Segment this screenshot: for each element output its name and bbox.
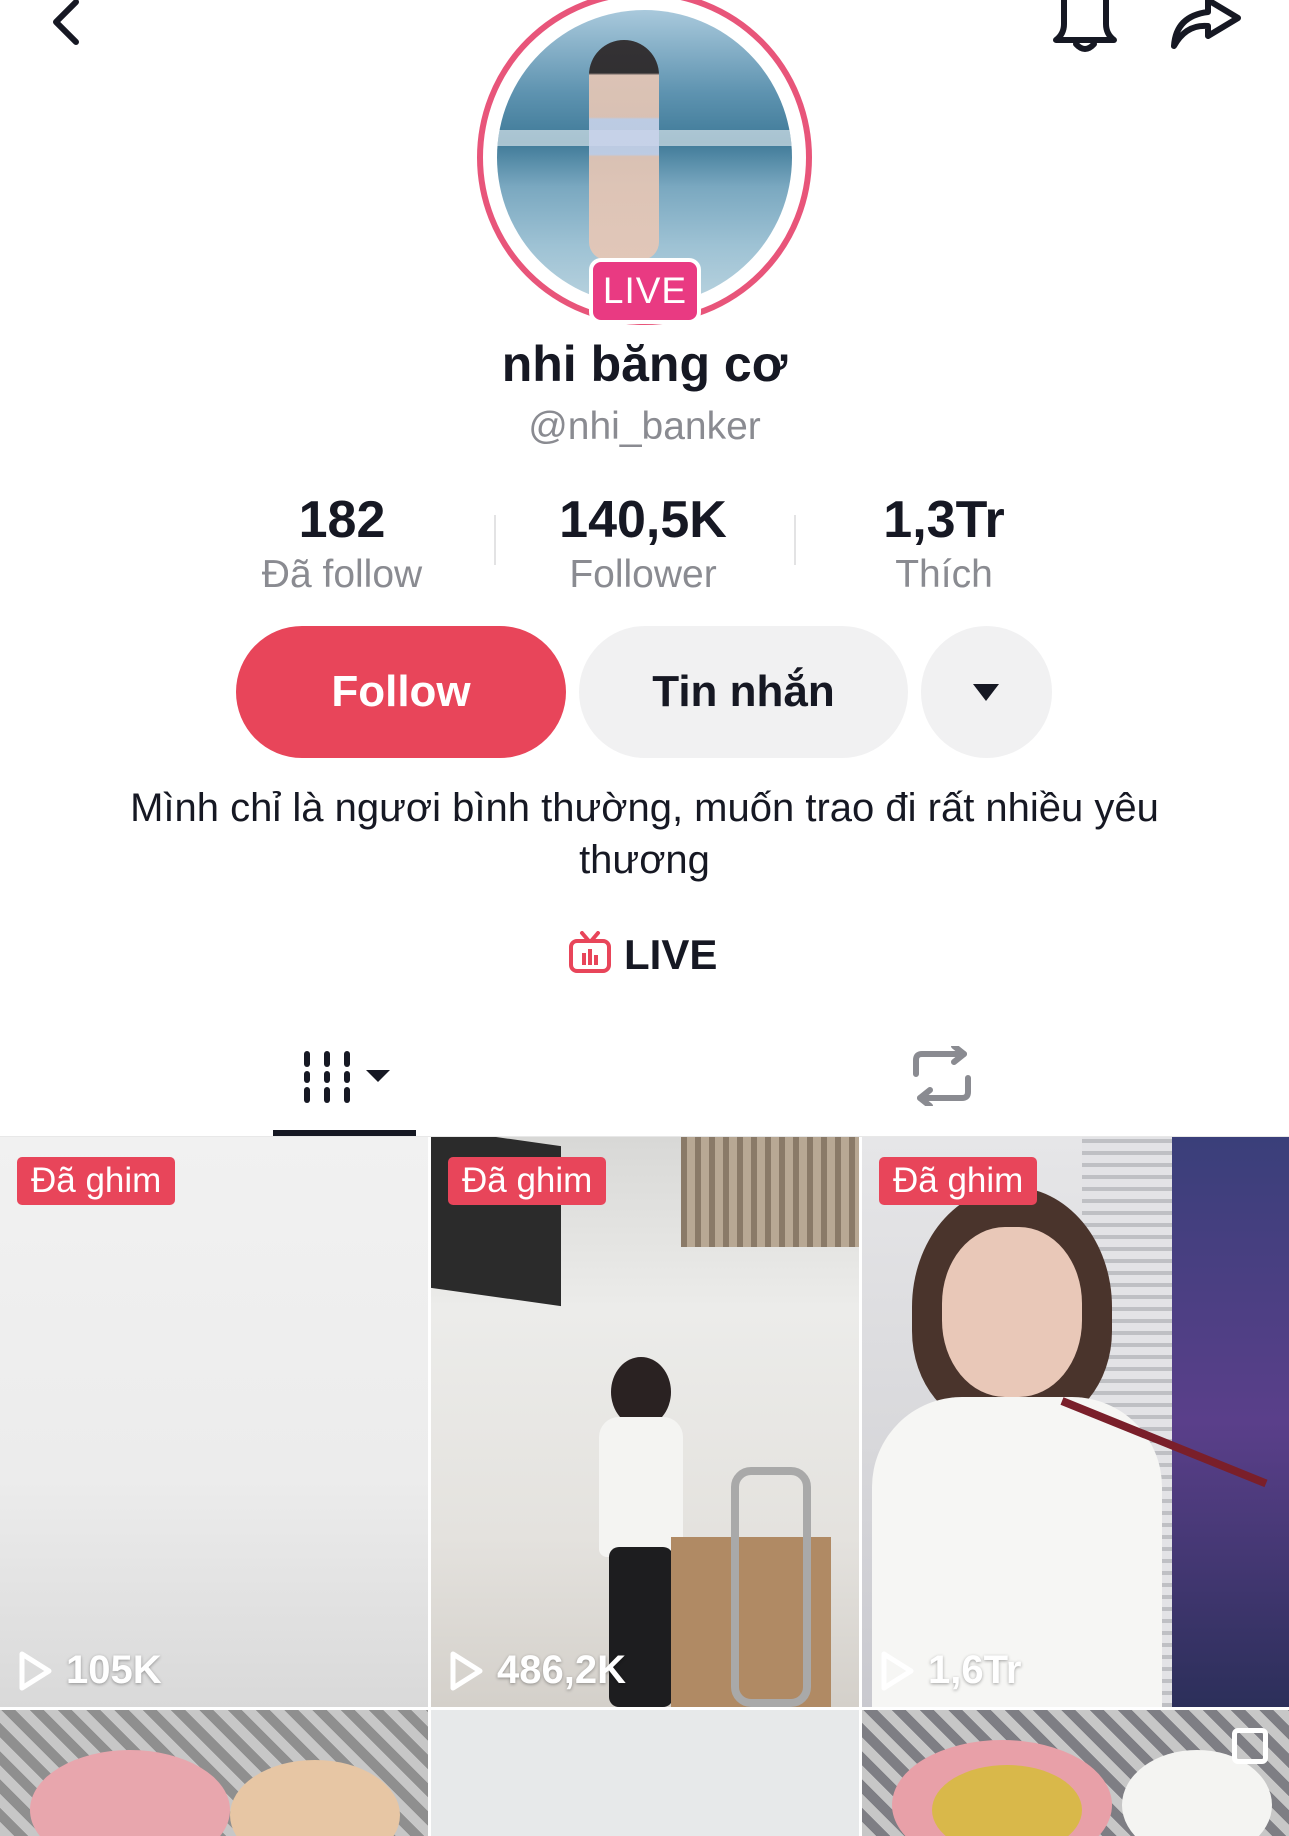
profile-name: nhi băng cơ	[501, 336, 788, 392]
stat-value: 182	[298, 491, 386, 549]
video-tile[interactable]	[862, 1710, 1289, 1836]
view-count: 486,2K	[449, 1648, 626, 1693]
stat-label: Đã follow	[261, 553, 423, 596]
tab-reposts[interactable]	[908, 1043, 976, 1111]
stat-likes[interactable]: 1,3Tr Thích	[794, 490, 1094, 600]
back-chevron-icon[interactable]	[46, 0, 86, 46]
profile-handle: @nhi_banker	[528, 405, 761, 448]
grid-icon	[304, 1051, 390, 1103]
pinned-badge: Đã ghim	[448, 1157, 607, 1205]
video-tile[interactable]	[431, 1710, 859, 1836]
share-arrow-icon[interactable]	[1168, 0, 1242, 50]
video-tile[interactable]	[0, 1710, 428, 1836]
pinned-badge: Đã ghim	[17, 1157, 176, 1205]
play-icon	[450, 1651, 483, 1690]
follow-button[interactable]: Follow	[236, 626, 566, 758]
video-tile[interactable]: Đã ghim 486,2K	[431, 1137, 859, 1707]
play-icon	[19, 1651, 52, 1690]
message-button[interactable]: Tin nhắn	[579, 626, 908, 758]
stat-following[interactable]: 182 Đã follow	[192, 490, 492, 600]
live-link[interactable]: LIVE	[568, 930, 717, 980]
pinned-badge: Đã ghim	[879, 1157, 1038, 1205]
tab-videos[interactable]	[302, 1050, 394, 1109]
multi-photo-icon	[1232, 1728, 1268, 1764]
more-suggestions-button[interactable]	[921, 626, 1052, 758]
view-count-value: 105K	[66, 1648, 162, 1692]
repost-icon	[913, 1043, 971, 1109]
stat-label: Follower	[569, 553, 717, 596]
live-link-label: LIVE	[624, 931, 718, 978]
profile-bio: Mình chỉ là ngươi bình thường, muốn trao…	[130, 786, 1159, 882]
bell-icon[interactable]	[1050, 0, 1120, 52]
video-tile[interactable]: Đã ghim 1,6Tr	[862, 1137, 1289, 1707]
live-badge: LIVE	[589, 258, 701, 324]
caret-down-icon	[973, 684, 999, 701]
view-count-value: 1,6Tr	[928, 1648, 1022, 1692]
video-tile[interactable]: Đã ghim 105K	[0, 1137, 428, 1707]
stat-value: 140,5K	[559, 491, 727, 549]
stat-value: 1,3Tr	[883, 491, 1005, 549]
play-icon	[881, 1651, 914, 1690]
stat-followers[interactable]: 140,5K Follower	[493, 490, 793, 600]
view-count: 1,6Tr	[880, 1648, 1021, 1693]
view-count: 105K	[18, 1648, 162, 1693]
stat-label: Thích	[895, 553, 993, 596]
tv-icon	[568, 930, 612, 980]
view-count-value: 486,2K	[497, 1648, 626, 1692]
